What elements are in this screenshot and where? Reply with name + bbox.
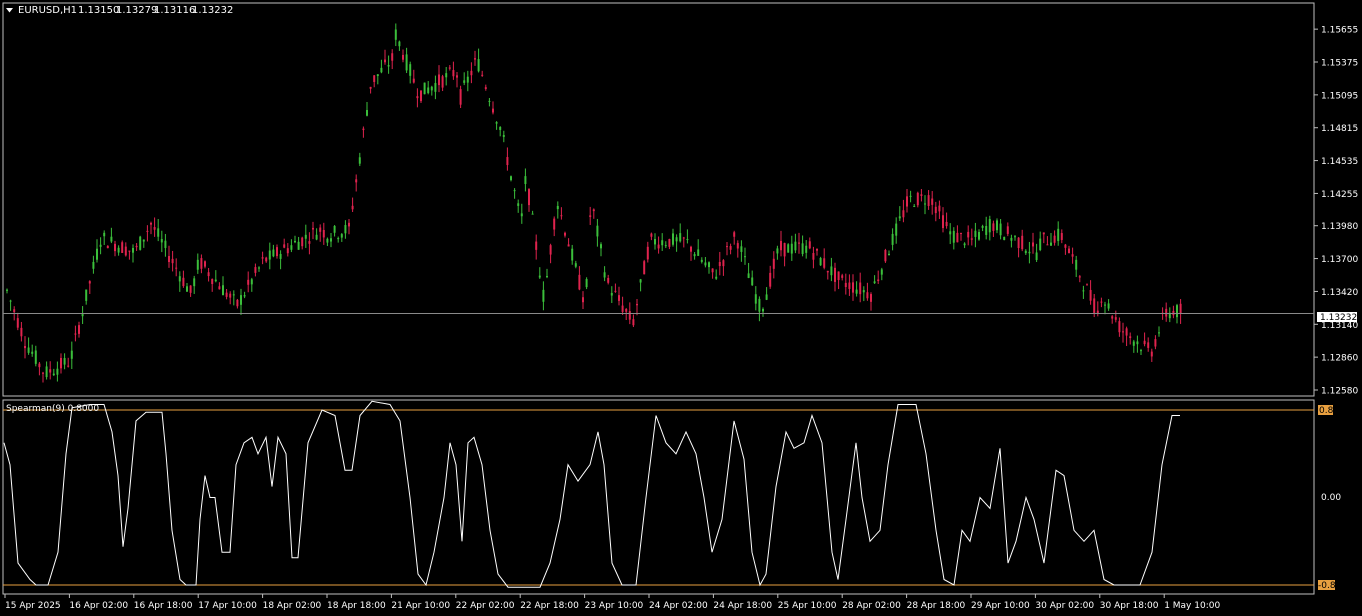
candle[interactable] — [121, 240, 124, 253]
price-tick-label: 1.14815 — [1321, 124, 1358, 134]
main-chart-frame — [2, 2, 1315, 397]
time-tick-label: 30 Apr 02:00 — [1035, 601, 1094, 611]
time-axis[interactable]: 15 Apr 2025 16 Apr 02:00 16 Apr 18:00 17 Ap… — [4, 594, 1220, 611]
price-tick-label: 1.15095 — [1321, 91, 1358, 101]
time-tick-label: 29 Apr 10:00 — [971, 601, 1030, 611]
price-tick-label: 1.14255 — [1321, 190, 1358, 200]
time-tick-label: 24 Apr 02:00 — [649, 601, 708, 611]
price-axis[interactable]: 1.15655 1.15375 1.15095 1.14815 1.14535 1.142… — [1314, 26, 1358, 397]
time-tick-label: 15 Apr 2025 — [5, 601, 61, 611]
time-tick-label: 1 May 10:00 — [1164, 601, 1220, 611]
time-tick-label: 25 Apr 10:00 — [778, 601, 837, 611]
ohlc-low: 1.13116 — [154, 5, 195, 16]
time-tick-label: 24 Apr 18:00 — [713, 601, 772, 611]
candle[interactable] — [884, 248, 887, 263]
indicator-zero-value: 0.00 — [1321, 493, 1341, 503]
time-tick-label: 30 Apr 18:00 — [1100, 601, 1159, 611]
price-tick-label: 1.13700 — [1321, 255, 1358, 265]
current-price-badge: 1.13232 — [1317, 312, 1357, 323]
ohlc-close: 1.13232 — [192, 5, 233, 16]
time-tick-label: 18 Apr 02:00 — [263, 601, 322, 611]
time-tick-label: 16 Apr 18:00 — [134, 601, 193, 611]
price-tick-label: 1.13980 — [1321, 222, 1358, 232]
time-tick-label: 22 Apr 02:00 — [456, 601, 515, 611]
price-tick-label: 1.15375 — [1321, 59, 1358, 69]
candle[interactable] — [1003, 236, 1006, 241]
price-tick-label: 1.12860 — [1321, 354, 1358, 364]
time-tick-label: 21 Apr 10:00 — [391, 601, 450, 611]
current-price-value: 1.13232 — [1320, 313, 1357, 323]
candle[interactable] — [139, 235, 142, 251]
time-tick-label: 22 Apr 18:00 — [520, 601, 579, 611]
lower-level-value: -0.8 — [1318, 581, 1336, 591]
price-tick-label: 1.15655 — [1321, 26, 1358, 36]
price-tick-label: 1.13420 — [1321, 288, 1358, 298]
time-tick-label: 28 Apr 18:00 — [907, 601, 966, 611]
time-tick-label: 16 Apr 02:00 — [69, 601, 128, 611]
upper-level-value: 0.8 — [1319, 406, 1334, 416]
price-tick-label: 1.14535 — [1321, 157, 1358, 167]
time-tick-label: 28 Apr 02:00 — [842, 601, 901, 611]
price-tick-label: 1.12580 — [1321, 387, 1358, 397]
time-tick-label: 23 Apr 10:00 — [585, 601, 644, 611]
candle[interactable] — [916, 191, 919, 208]
indicator-label: Spearman(9) 0.8000 — [6, 404, 99, 414]
ohlc-open: 1.13150 — [78, 5, 119, 16]
chart-header[interactable]: EURUSD,H1 1.13150 1.13279 1.13116 1.1323… — [6, 5, 233, 16]
symbol-label: EURUSD,H1 — [18, 5, 77, 16]
candle[interactable] — [423, 82, 426, 95]
candle[interactable] — [787, 243, 790, 253]
ohlc-high: 1.13279 — [116, 5, 157, 16]
candle[interactable] — [643, 259, 646, 275]
time-tick-label: 17 Apr 10:00 — [198, 601, 257, 611]
time-tick-label: 18 Apr 18:00 — [327, 601, 386, 611]
chart-window[interactable]: EURUSD,H1 1.13150 1.13279 1.13116 1.1323… — [0, 0, 1362, 616]
candle[interactable] — [459, 85, 462, 109]
candle[interactable] — [819, 256, 822, 266]
indicator-frame — [2, 399, 1315, 595]
